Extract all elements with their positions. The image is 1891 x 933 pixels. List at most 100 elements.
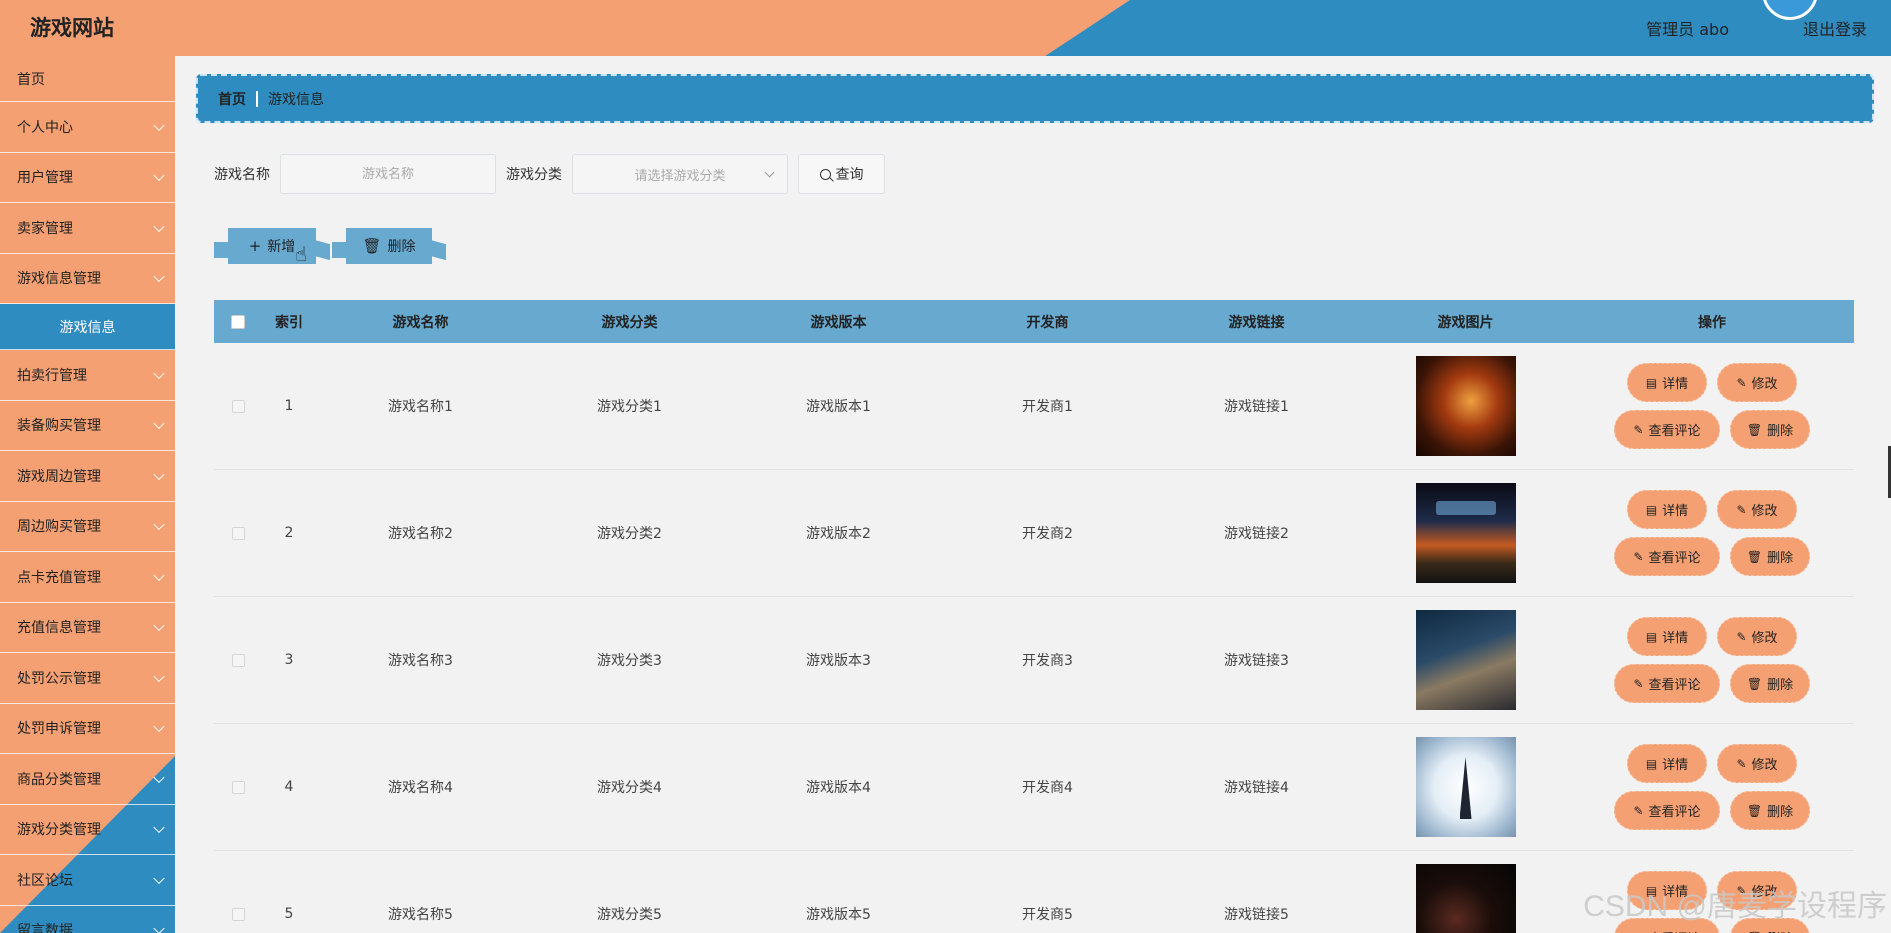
detail-button[interactable]: ▤ 详情 bbox=[1627, 617, 1707, 656]
row-checkbox[interactable] bbox=[231, 907, 245, 921]
cell-index: 3 bbox=[284, 652, 294, 668]
row-operations: ▤ 详情 ✎ 修改 ✎ 查看评论 🗑 删除 bbox=[1570, 744, 1854, 830]
sidebar-item-4[interactable]: 游戏信息管理 bbox=[0, 254, 175, 304]
row-operations: ▤ 详情 ✎ 修改 ✎ 查看评论 🗑 删除 bbox=[1570, 363, 1854, 449]
row-checkbox[interactable] bbox=[231, 653, 245, 667]
sidebar-item-7[interactable]: 装备购买管理 bbox=[0, 401, 175, 451]
add-button-label: 新增 bbox=[267, 239, 296, 255]
row-operations: ▤ 详情 ✎ 修改 ✎ 查看评论 🗑 删除 bbox=[1570, 617, 1854, 703]
detail-button[interactable]: ▤ 详情 bbox=[1627, 744, 1707, 783]
game-image[interactable] bbox=[1415, 864, 1516, 933]
trash-icon: 🗑 bbox=[362, 237, 382, 255]
view-reviews-button[interactable]: ✎ 查看评论 bbox=[1614, 410, 1720, 449]
sidebar-item-11[interactable]: 充值信息管理 bbox=[0, 603, 175, 653]
chevron-down-icon bbox=[764, 167, 775, 178]
view-reviews-button[interactable]: ✎ 查看评论 bbox=[1614, 791, 1720, 830]
edit-button[interactable]: ✎ 修改 bbox=[1717, 490, 1797, 529]
top-header: 游戏网站 管理员 abo 退出登录 bbox=[0, 0, 1891, 56]
sidebar-item-8[interactable]: 游戏周边管理 bbox=[0, 451, 175, 502]
document-icon: ▤ bbox=[1645, 375, 1658, 390]
sidebar-item-label: 拍卖行管理 bbox=[17, 367, 87, 384]
name-filter-label: 游戏名称 bbox=[214, 167, 270, 183]
detail-button-label: 详情 bbox=[1662, 631, 1689, 646]
cell-developer: 开发商5 bbox=[1022, 907, 1073, 923]
cell-index: 1 bbox=[284, 398, 294, 414]
sidebar-item-label: 游戏分类管理 bbox=[17, 822, 101, 839]
sidebar-item-1[interactable]: 个人中心 bbox=[0, 102, 175, 153]
detail-button-label: 详情 bbox=[1662, 758, 1689, 773]
cell-developer: 开发商4 bbox=[1022, 780, 1073, 796]
breadcrumb-home[interactable]: 首页 bbox=[218, 89, 246, 109]
detail-button[interactable]: ▤ 详情 bbox=[1627, 363, 1707, 402]
cell-index: 4 bbox=[284, 779, 294, 795]
sidebar-item-3[interactable]: 卖家管理 bbox=[0, 203, 175, 254]
delete-button[interactable]: 🗑 删除 bbox=[1730, 537, 1810, 576]
chevron-down-icon bbox=[153, 922, 165, 933]
delete-button-label: 删除 bbox=[1767, 424, 1794, 439]
view-reviews-label: 查看评论 bbox=[1649, 928, 1701, 933]
sidebar-item-label: 处罚公示管理 bbox=[17, 670, 101, 687]
query-button-label: 查询 bbox=[835, 167, 864, 183]
delete-button[interactable]: 🗑 删除 bbox=[1730, 791, 1810, 830]
cell-category: 游戏分类3 bbox=[597, 653, 662, 669]
chevron-down-icon bbox=[153, 220, 165, 232]
batch-delete-button[interactable]: 🗑 删除 bbox=[332, 228, 432, 264]
sidebar-item-15[interactable]: 游戏分类管理 bbox=[0, 805, 175, 855]
edit-button[interactable]: ✎ 修改 bbox=[1717, 363, 1797, 402]
trash-icon: 🗑 bbox=[1746, 422, 1763, 437]
row-checkbox[interactable] bbox=[231, 526, 245, 540]
sidebar-item-2[interactable]: 用户管理 bbox=[0, 153, 175, 203]
sidebar-item-16[interactable]: 社区论坛 bbox=[0, 855, 175, 906]
select-all-checkbox[interactable] bbox=[231, 314, 245, 329]
game-image[interactable] bbox=[1415, 610, 1516, 710]
cell-category: 游戏分类4 bbox=[597, 780, 662, 796]
header-orange-band bbox=[0, 0, 1130, 56]
breadcrumb: 首页 游戏信息 bbox=[196, 74, 1874, 123]
cell-index: 5 bbox=[284, 906, 294, 922]
detail-button[interactable]: ▤ 详情 bbox=[1627, 490, 1707, 529]
sidebar-item-label: 卖家管理 bbox=[17, 220, 73, 237]
category-filter-select[interactable]: 请选择游戏分类 bbox=[572, 154, 788, 194]
view-reviews-label: 查看评论 bbox=[1648, 678, 1701, 693]
name-filter-input[interactable] bbox=[280, 154, 496, 194]
chevron-down-icon bbox=[153, 468, 165, 480]
header-developer: 开发商 bbox=[1026, 314, 1069, 331]
chevron-down-icon bbox=[153, 367, 165, 379]
edit-button[interactable]: ✎ 修改 bbox=[1717, 744, 1797, 783]
logout-link[interactable]: 退出登录 bbox=[1803, 16, 1867, 40]
query-button[interactable]: 查询 bbox=[798, 154, 885, 194]
sidebar-item-17[interactable]: 留言数据 bbox=[0, 906, 175, 933]
pencil-icon: ✎ bbox=[1633, 676, 1644, 691]
sidebar-item-12[interactable]: 处罚公示管理 bbox=[0, 653, 175, 704]
sidebar-item-label: 用户管理 bbox=[17, 170, 73, 187]
watermark: CSDN @唐麦学设程序 bbox=[1583, 890, 1887, 923]
delete-button[interactable]: 🗑 删除 bbox=[1730, 410, 1810, 449]
cell-link: 游戏链接1 bbox=[1224, 399, 1289, 415]
chevron-down-icon bbox=[153, 872, 165, 884]
view-reviews-button[interactable]: ✎ 查看评论 bbox=[1614, 537, 1720, 576]
sidebar-item-0[interactable]: 首页 bbox=[0, 56, 175, 102]
chevron-down-icon bbox=[153, 518, 165, 531]
document-icon: ▤ bbox=[1645, 502, 1658, 517]
sidebar-item-14[interactable]: 商品分类管理 bbox=[0, 754, 175, 805]
view-reviews-button[interactable]: ✎ 查看评论 bbox=[1614, 664, 1720, 703]
sidebar-item-9[interactable]: 周边购买管理 bbox=[0, 502, 175, 552]
cell-version: 游戏版本5 bbox=[806, 907, 871, 923]
cell-link: 游戏链接3 bbox=[1224, 653, 1289, 669]
row-checkbox[interactable] bbox=[231, 780, 245, 794]
header-link: 游戏链接 bbox=[1228, 314, 1285, 331]
game-image[interactable] bbox=[1415, 737, 1516, 837]
sidebar-item-6[interactable]: 拍卖行管理 bbox=[0, 350, 175, 401]
delete-button[interactable]: 🗑 删除 bbox=[1730, 664, 1810, 703]
edit-button[interactable]: ✎ 修改 bbox=[1717, 617, 1797, 656]
sidebar-item-13[interactable]: 处罚申诉管理 bbox=[0, 704, 175, 754]
hand-cursor-icon: ☝ bbox=[295, 242, 308, 266]
game-image[interactable] bbox=[1415, 483, 1516, 583]
search-bar: 游戏名称 游戏分类 请选择游戏分类 查询 bbox=[214, 154, 885, 194]
cell-version: 游戏版本1 bbox=[806, 399, 871, 415]
row-checkbox[interactable] bbox=[231, 399, 245, 413]
sidebar-item-10[interactable]: 点卡充值管理 bbox=[0, 552, 175, 603]
cell-name: 游戏名称4 bbox=[388, 780, 453, 796]
game-image[interactable] bbox=[1415, 356, 1516, 456]
sidebar-item-5[interactable]: 游戏信息 bbox=[0, 304, 175, 350]
